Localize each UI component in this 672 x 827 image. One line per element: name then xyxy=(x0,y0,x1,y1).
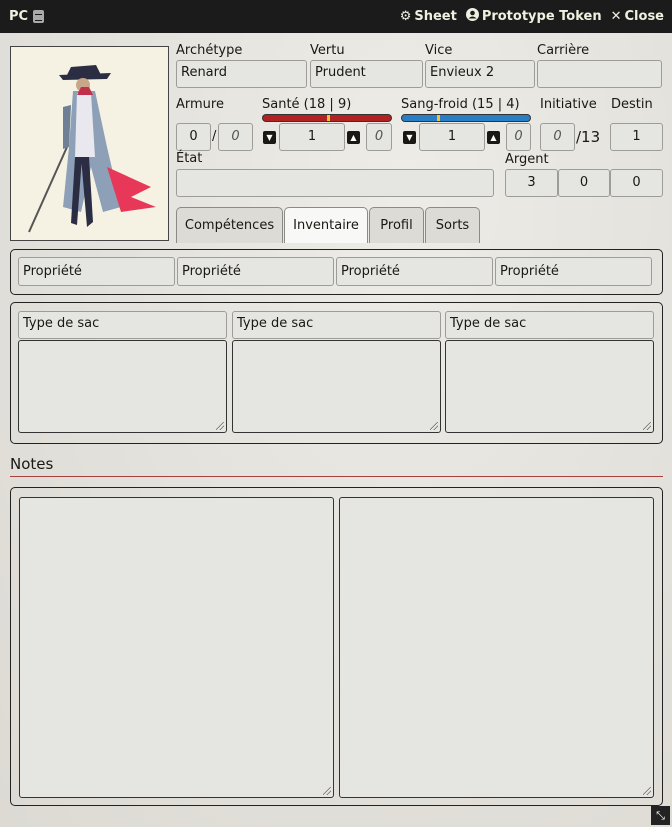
sangfroid-mod-input[interactable]: 0 xyxy=(506,123,531,151)
property-input-4[interactable]: Propriété xyxy=(495,257,652,286)
character-portrait[interactable] xyxy=(10,46,169,241)
initiative-max: /13 xyxy=(576,128,601,146)
resize-grip-icon[interactable] xyxy=(323,787,331,795)
property-input-2[interactable]: Propriété xyxy=(177,257,334,286)
destin-input[interactable]: 1 xyxy=(610,123,663,151)
argent-label: Argent xyxy=(505,152,549,167)
tab-sorts[interactable]: Sorts xyxy=(425,207,480,243)
prototype-token-button[interactable]: Prototype Token xyxy=(465,8,602,25)
argent-gold-input[interactable]: 3 xyxy=(505,169,558,197)
resize-grip-icon[interactable] xyxy=(216,422,224,430)
archetype-input[interactable]: Renard xyxy=(176,60,307,88)
sangfroid-bar-marker xyxy=(437,115,440,121)
tab-inventaire[interactable]: Inventaire xyxy=(284,207,368,243)
document-icon xyxy=(33,10,45,23)
sangfroid-decrease-icon[interactable]: ▼ xyxy=(403,131,416,144)
sheet-label: Sheet xyxy=(414,9,457,24)
vertu-label: Vertu xyxy=(310,43,345,58)
notes-heading: Notes xyxy=(10,455,663,477)
close-icon: ✕ xyxy=(610,9,622,24)
window-resize-icon[interactable]: ⤡ xyxy=(651,806,670,825)
window-titlebar: PC ⚙ Sheet Prototype Token ✕ Close xyxy=(0,0,672,33)
bag-contents-textarea-3[interactable] xyxy=(445,340,654,433)
close-button[interactable]: ✕ Close xyxy=(611,9,664,24)
sheet-button[interactable]: ⚙ Sheet xyxy=(400,9,457,24)
tab-competences[interactable]: Compétences xyxy=(176,207,283,243)
sante-input[interactable]: 1 xyxy=(279,123,345,151)
vertu-input[interactable]: Prudent xyxy=(310,60,423,88)
property-input-3[interactable]: Propriété xyxy=(336,257,493,286)
vice-label: Vice xyxy=(425,43,453,58)
bag-type-input-1[interactable]: Type de sac xyxy=(18,311,227,339)
sangfroid-input[interactable]: 1 xyxy=(419,123,485,151)
initiative-input[interactable]: 0 xyxy=(540,123,575,151)
close-label: Close xyxy=(624,9,664,24)
archetype-label: Archétype xyxy=(176,43,243,58)
sante-label: Santé (18 | 9) xyxy=(262,97,352,112)
armure-separator: / xyxy=(212,129,217,144)
armure-label: Armure xyxy=(176,97,224,112)
bag-contents-textarea-1[interactable] xyxy=(18,340,227,433)
resize-grip-icon[interactable] xyxy=(643,787,651,795)
notes-textarea-left[interactable] xyxy=(19,497,334,798)
etat-label: État xyxy=(176,151,203,166)
armure-max-input[interactable]: 0 xyxy=(218,123,253,151)
sangfroid-bar xyxy=(401,114,531,122)
carriere-input[interactable] xyxy=(537,60,662,88)
tab-profil[interactable]: Profil xyxy=(369,207,424,243)
sante-increase-icon[interactable]: ▲ xyxy=(347,131,360,144)
initiative-label: Initiative xyxy=(540,97,597,112)
etat-input[interactable] xyxy=(176,169,494,197)
carriere-label: Carrière xyxy=(537,43,590,58)
window-title: PC xyxy=(9,9,45,24)
armure-current-input[interactable]: 0 xyxy=(176,123,211,151)
sante-bar xyxy=(262,114,392,122)
window-title-text: PC xyxy=(9,9,29,24)
bag-type-input-2[interactable]: Type de sac xyxy=(232,311,441,339)
destin-label: Destin xyxy=(611,97,653,112)
vice-input[interactable]: Envieux 2 xyxy=(425,60,535,88)
sangfroid-increase-icon[interactable]: ▲ xyxy=(487,131,500,144)
property-input-1[interactable]: Propriété xyxy=(18,257,175,286)
notes-textarea-right[interactable] xyxy=(339,497,654,798)
gear-icon: ⚙ xyxy=(399,9,412,24)
resize-grip-icon[interactable] xyxy=(430,422,438,430)
prototype-token-label: Prototype Token xyxy=(481,9,602,24)
sante-decrease-icon[interactable]: ▼ xyxy=(263,131,276,144)
resize-grip-icon[interactable] xyxy=(643,422,651,430)
character-sheet: Archétype Renard Vertu Prudent Vice Envi… xyxy=(0,33,672,827)
sante-bar-marker xyxy=(327,115,330,121)
argent-copper-input[interactable]: 0 xyxy=(610,169,663,197)
sangfroid-label: Sang-froid (15 | 4) xyxy=(401,97,520,112)
bag-type-input-3[interactable]: Type de sac xyxy=(445,311,654,339)
argent-silver-input[interactable]: 0 xyxy=(558,169,610,197)
user-circle-icon xyxy=(465,8,479,25)
sante-mod-input[interactable]: 0 xyxy=(366,123,392,151)
bag-contents-textarea-2[interactable] xyxy=(232,340,441,433)
